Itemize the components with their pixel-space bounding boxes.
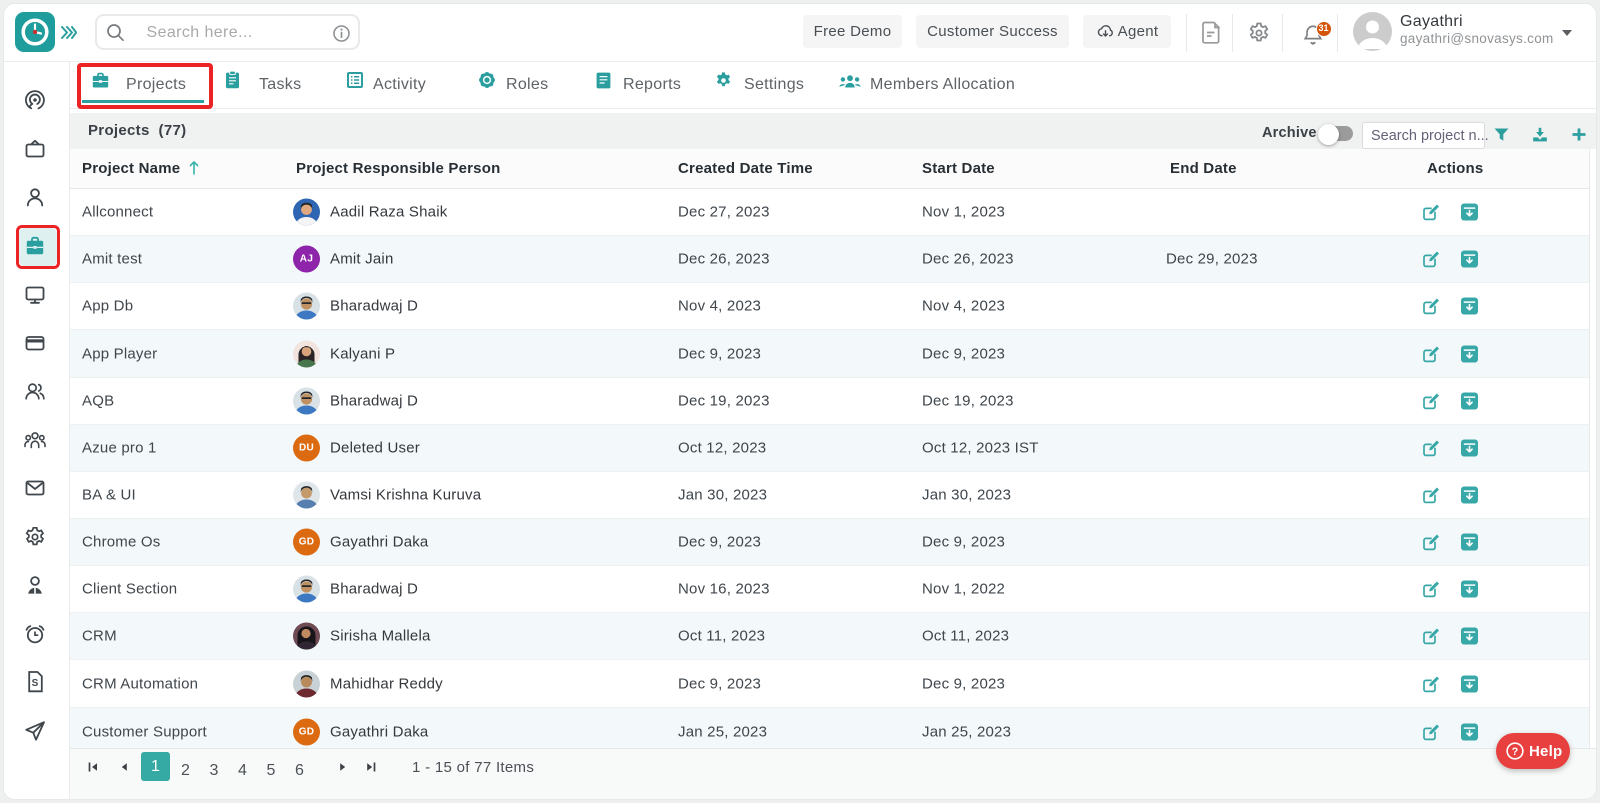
svg-text:?: ?	[1512, 746, 1519, 758]
svg-text:S: S	[32, 678, 39, 689]
